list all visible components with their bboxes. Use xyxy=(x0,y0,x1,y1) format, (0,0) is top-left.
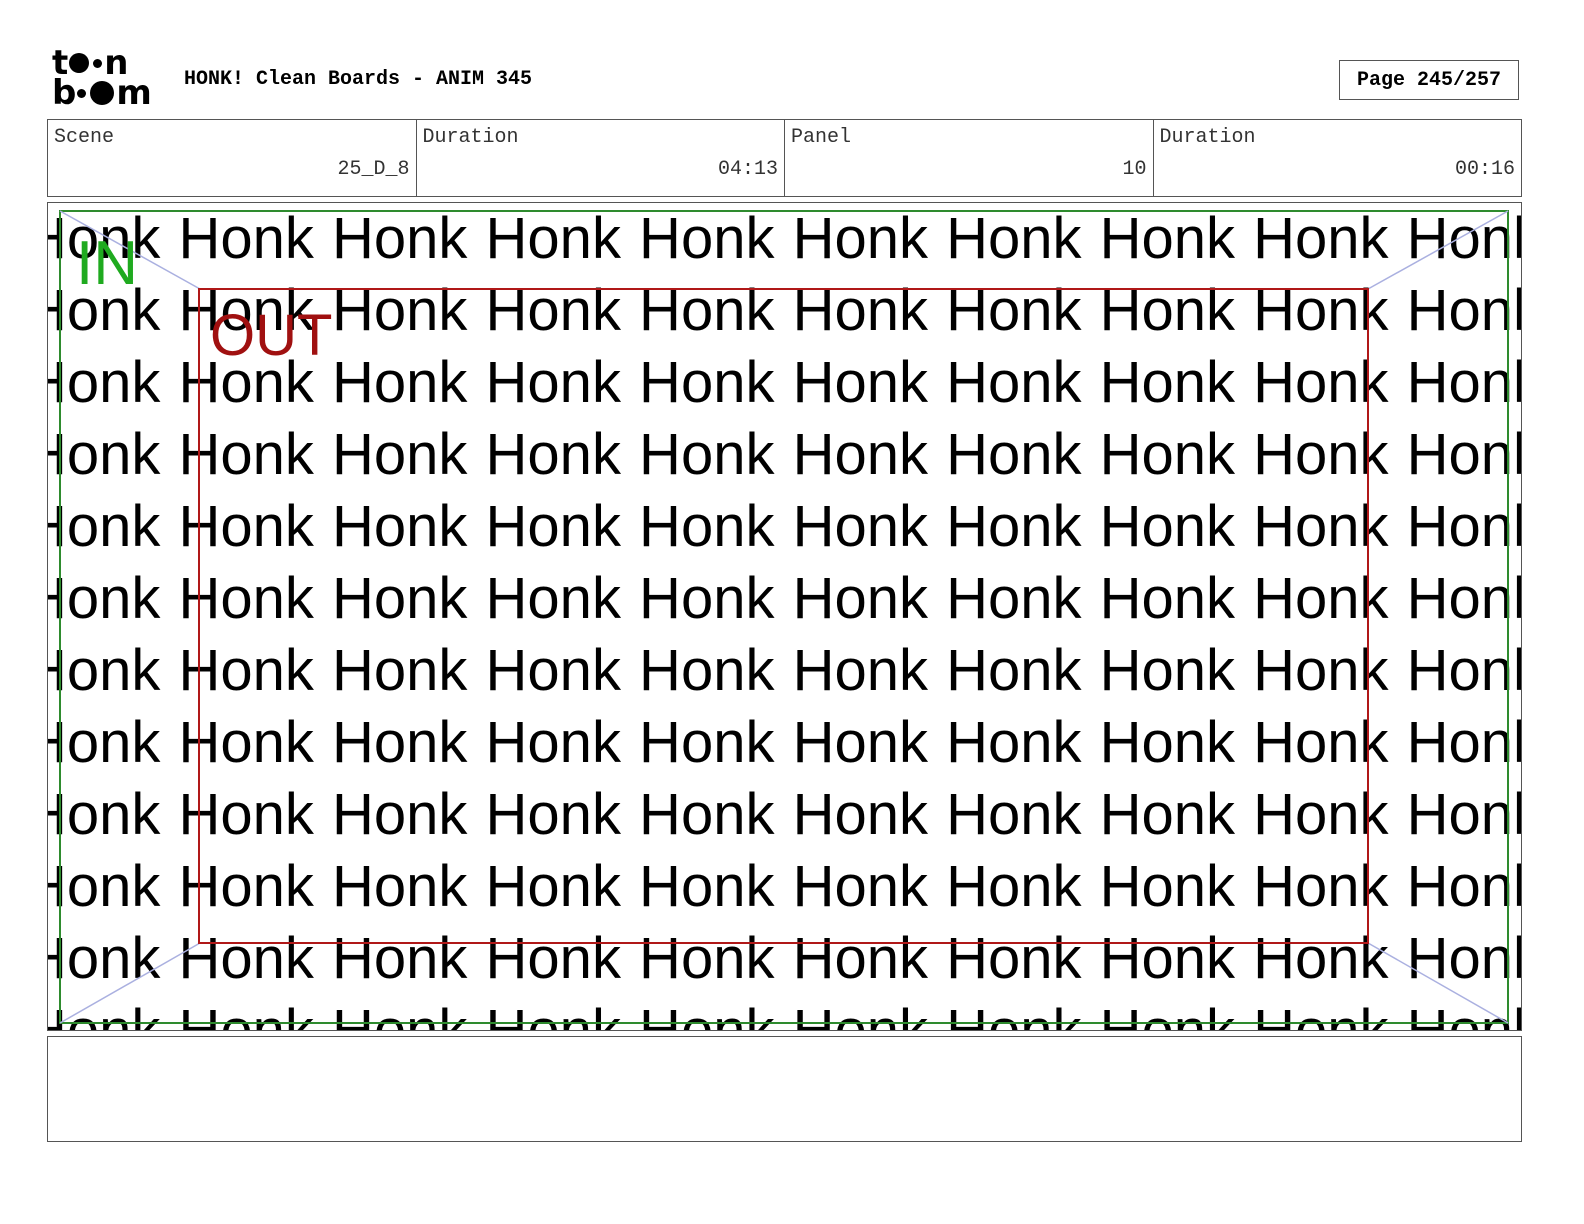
logo-dot-small xyxy=(77,88,87,98)
document-title: HONK! Clean Boards - ANIM 345 xyxy=(184,68,533,91)
logo-letter-b: b xyxy=(52,73,76,113)
in-corner-diagonal xyxy=(1367,210,1509,290)
logo-letter-m: m xyxy=(116,73,151,113)
toon-boom-logo: t n b m xyxy=(52,46,164,113)
logo-dot-large xyxy=(69,53,90,73)
camera-in-label: IN xyxy=(76,229,138,298)
scene-duration-value: 04:13 xyxy=(717,158,778,181)
in-corner-diagonal xyxy=(1367,942,1509,1024)
panel-caption-box xyxy=(47,1036,1522,1142)
camera-out-frame xyxy=(198,288,1369,944)
logo-dot-large xyxy=(90,81,115,105)
scene-cell: Scene 25_D_8 xyxy=(48,120,417,196)
logo-dot-small xyxy=(93,58,103,68)
panel-value: 10 xyxy=(1122,158,1147,181)
scene-label: Scene xyxy=(54,126,115,149)
scene-duration-label: Duration xyxy=(422,126,519,149)
page-indicator: Page 245/257 xyxy=(1339,60,1519,100)
panel-duration-label: Duration xyxy=(1159,126,1256,149)
panel-duration-value: 00:16 xyxy=(1454,158,1515,181)
camera-out-label: OUT xyxy=(210,303,333,368)
in-corner-diagonal xyxy=(59,942,201,1024)
storyboard-panel-image: Honk Honk Honk Honk Honk Honk Honk Honk … xyxy=(47,202,1522,1031)
scene-value: 25_D_8 xyxy=(337,158,410,181)
scene-info-table: Scene 25_D_8 Duration 04:13 Panel 10 Dur… xyxy=(47,119,1522,197)
panel-duration-cell: Duration 00:16 xyxy=(1154,120,1522,196)
logo-bottom-row: b m xyxy=(52,73,152,113)
panel-label: Panel xyxy=(791,126,852,149)
panel-cell: Panel 10 xyxy=(785,120,1154,196)
scene-duration-cell: Duration 04:13 xyxy=(417,120,785,196)
